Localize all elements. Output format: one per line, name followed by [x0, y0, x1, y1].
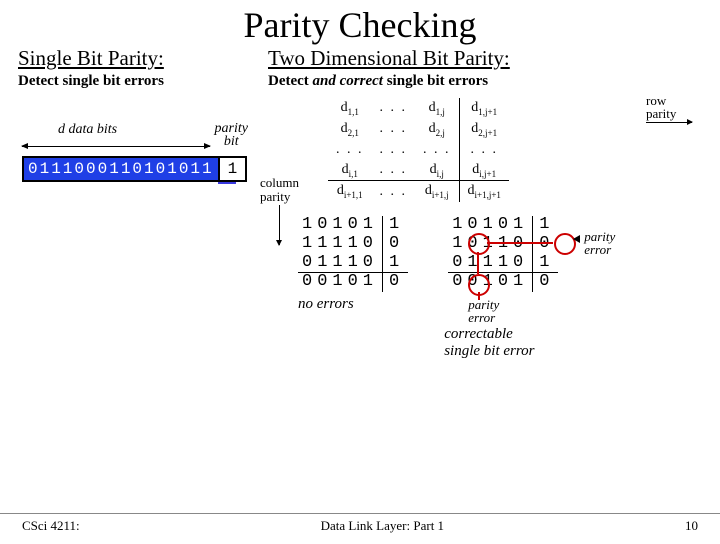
parity-error-bottom-label: parity error	[468, 298, 512, 326]
row-parity-label: rowparity	[646, 94, 692, 123]
single-bit-heading: Single Bit Parity:	[18, 46, 268, 71]
data-bits: 0111000110101011	[24, 158, 218, 180]
footer-right: 10	[685, 518, 698, 534]
two-dim-desc: Detect and correct single bit errors	[268, 73, 702, 90]
example-no-errors: 101011 111100 011101 001010 no errors	[298, 216, 408, 313]
footer: CSci 4211: Data Link Layer: Part 1 10	[0, 513, 720, 534]
correctable-label: correctablesingle bit error	[444, 326, 534, 360]
parity-matrix: rowparity columnparity d1,1 . . . d1,j d…	[268, 98, 702, 202]
parity-bit-label: paritybit	[215, 122, 248, 149]
no-errors-label: no errors	[298, 296, 408, 313]
horiz-error-line	[487, 242, 553, 244]
bits-box: 0111000110101011 1	[22, 156, 247, 182]
parity-error-right-label: parity error	[584, 230, 628, 258]
d-data-bits-label: d data bits	[58, 122, 117, 138]
footer-left: CSci 4211:	[22, 518, 80, 534]
matrix-table: d1,1 . . . d1,j d1,j+1 d2,1 . . . d2,j d…	[328, 98, 509, 202]
right-column: Two Dimensional Bit Parity: Detect and c…	[268, 46, 702, 313]
footer-center: Data Link Layer: Part 1	[321, 518, 444, 534]
example-with-error: 101011 101100 011101 001010 parity error…	[448, 216, 558, 313]
page-title: Parity Checking	[0, 4, 720, 46]
single-bit-desc: Detect single bit errors	[18, 73, 268, 90]
single-parity-diagram: d data bits paritybit 0111000110101011 1	[18, 118, 248, 198]
double-arrow	[22, 146, 210, 147]
column-parity-label: columnparity	[260, 176, 299, 245]
examples-row: 101011 111100 011101 001010 no errors 10…	[298, 216, 702, 313]
vert-error-line	[477, 252, 479, 274]
left-column: Single Bit Parity: Detect single bit err…	[18, 46, 268, 313]
two-dim-heading: Two Dimensional Bit Parity:	[268, 46, 702, 71]
parity-value: 1	[218, 158, 246, 180]
